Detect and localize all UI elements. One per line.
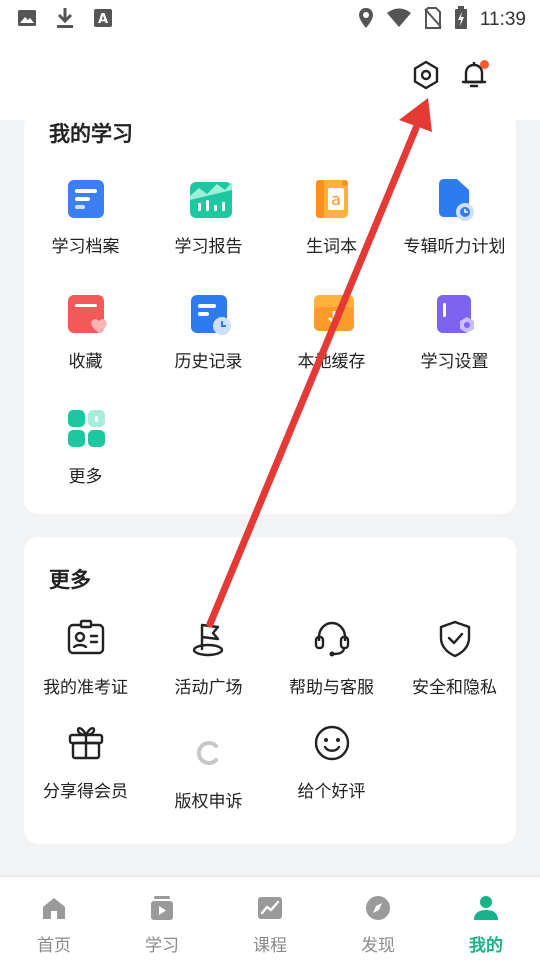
flag-icon [189, 619, 229, 659]
header [0, 38, 540, 120]
font-a-icon: A [92, 7, 114, 29]
grid-item-label: 历史记录 [174, 352, 243, 372]
compass-icon [364, 895, 392, 925]
settings-hexagon-icon [411, 60, 441, 94]
wifi-icon [386, 8, 412, 32]
study-settings-icon [435, 293, 475, 333]
vocab-book-icon: a [312, 178, 352, 218]
grid-item-label: 帮助与客服 [289, 678, 374, 698]
course-chart-icon [256, 895, 284, 925]
grid-item-label: 分享得会员 [43, 782, 128, 802]
grid-item-listening-plan[interactable]: 专辑听力计划 [393, 178, 516, 257]
grid-item-label: 活动广场 [174, 678, 243, 698]
notification-dot [480, 60, 489, 69]
tab-courses[interactable]: 课程 [216, 877, 324, 961]
shield-check-icon [435, 619, 475, 659]
grid-item-activity-square[interactable]: 活动广场 [147, 619, 270, 698]
grid-item-label: 更多 [68, 467, 103, 487]
grid-item-label: 学习档案 [51, 237, 120, 257]
my-learning-title: 我的学习 [49, 122, 133, 146]
grid-item-vocab[interactable]: a 生词本 [270, 178, 393, 257]
person-icon [472, 895, 500, 925]
grid-item-favorites[interactable]: 收藏 [24, 293, 147, 372]
svg-text:a: a [331, 190, 341, 209]
grid-item-label: 给个好评 [297, 782, 366, 802]
local-cache-icon [312, 293, 354, 333]
grid-item-local-cache[interactable]: 本地缓存 [270, 293, 393, 372]
image-icon [16, 7, 38, 29]
tab-study[interactable]: 学习 [108, 877, 216, 961]
more-title: 更多 [49, 568, 91, 592]
status-bar: A 11:39 [0, 0, 540, 38]
gift-icon [66, 723, 106, 763]
grid-item-security-privacy[interactable]: 安全和隐私 [393, 619, 516, 698]
notifications-button[interactable] [457, 60, 491, 94]
grid-item-label: 学习设置 [420, 352, 489, 372]
grid-item-label: 安全和隐私 [412, 678, 497, 698]
grid-item-copyright-appeal[interactable]: 版权申诉 [147, 733, 270, 812]
grid-item-report[interactable]: 学习报告 [147, 178, 270, 257]
tab-label: 课程 [253, 936, 287, 956]
admission-ticket-icon [66, 619, 106, 659]
more-card: 更多 我的准考证 活动广场 帮助与客服 安全和隐私 分享得会员 版权申诉 给个好… [24, 537, 516, 844]
grid-item-help-support[interactable]: 帮助与客服 [270, 619, 393, 698]
my-learning-card: 我的学习 学习档案 学习报告 a 生词本 专辑听力计划 收藏 历史记录 本地缓存… [24, 112, 516, 514]
history-icon [189, 293, 231, 335]
sim-off-icon [424, 7, 442, 33]
listening-plan-icon [435, 178, 475, 221]
loading-icon [189, 733, 229, 773]
more-grid-icon [66, 408, 106, 448]
grid-item-label: 生词本 [306, 237, 357, 257]
study-play-icon [148, 895, 176, 925]
svg-text:A: A [98, 12, 108, 27]
grid-item-label: 版权申诉 [174, 792, 243, 812]
headset-icon [312, 619, 352, 659]
tab-home[interactable]: 首页 [0, 877, 108, 961]
grid-item-admission-ticket[interactable]: 我的准考证 [24, 619, 147, 698]
download-icon [54, 7, 76, 29]
bottom-tab-bar: 首页 学习 课程 发现 我的 [0, 876, 540, 961]
grid-item-study-settings[interactable]: 学习设置 [393, 293, 516, 372]
report-chart-icon [189, 178, 232, 218]
tab-label: 发现 [361, 936, 395, 956]
grid-item-more[interactable]: 更多 [24, 408, 147, 487]
grid-item-label: 学习报告 [174, 237, 243, 257]
favorite-icon [66, 293, 107, 333]
grid-item-rate-us[interactable]: 给个好评 [270, 723, 393, 802]
grid-item-history[interactable]: 历史记录 [147, 293, 270, 372]
grid-item-share-membership[interactable]: 分享得会员 [24, 723, 147, 802]
tab-mine[interactable]: 我的 [432, 877, 540, 961]
tab-label: 学习 [145, 936, 179, 956]
home-icon [40, 895, 68, 925]
grid-item-label: 收藏 [68, 352, 103, 372]
status-time: 11:39 [479, 9, 526, 30]
tab-label: 首页 [37, 936, 71, 956]
profile-doc-icon [66, 178, 106, 218]
grid-item-label: 本地缓存 [297, 352, 366, 372]
grid-item-profile[interactable]: 学习档案 [24, 178, 147, 257]
grid-item-label: 我的准考证 [43, 678, 128, 698]
battery-charging-icon [454, 6, 468, 34]
tab-label: 我的 [469, 936, 503, 956]
tab-discover[interactable]: 发现 [324, 877, 432, 961]
settings-button[interactable] [409, 60, 443, 94]
smile-icon [312, 723, 352, 763]
grid-item-label: 专辑听力计划 [403, 237, 506, 257]
location-icon [358, 7, 374, 33]
